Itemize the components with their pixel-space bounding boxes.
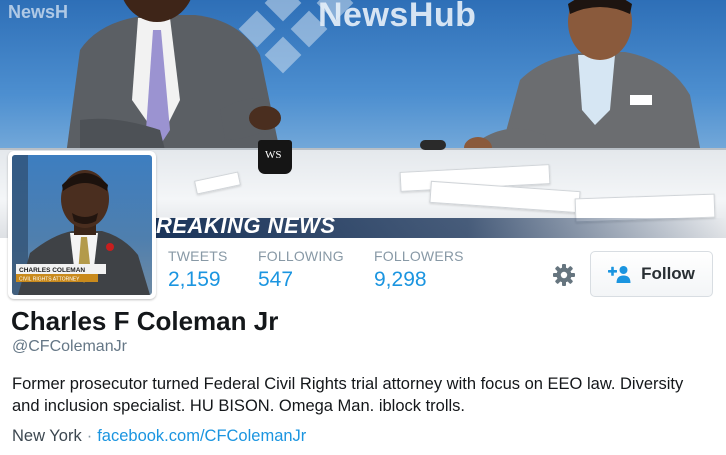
meta-separator: · bbox=[86, 427, 93, 445]
stat-value: 547 bbox=[258, 268, 294, 291]
stat-value: 9,298 bbox=[374, 268, 427, 291]
profile-bio: Former prosecutor turned Federal Civil R… bbox=[12, 375, 684, 415]
avatar-lower-third-name: CHARLES COLEMAN bbox=[19, 267, 85, 274]
stat-followers[interactable]: FOLLOWERS 9,298 bbox=[374, 248, 464, 292]
mug-logo: WS bbox=[265, 149, 282, 161]
avatar-photo: CHARLES COLEMAN CIVIL RIGHTS ATTORNEY bbox=[12, 155, 152, 295]
stat-following[interactable]: FOLLOWING 547 bbox=[258, 248, 344, 292]
stat-label: TWEETS bbox=[168, 248, 228, 264]
gear-icon bbox=[553, 264, 575, 286]
add-user-icon bbox=[608, 266, 631, 283]
profile-name[interactable]: Charles F Coleman Jr bbox=[11, 306, 278, 337]
profile-website-link[interactable]: facebook.com/CFColemanJr bbox=[97, 427, 306, 445]
avatar[interactable]: CHARLES COLEMAN CIVIL RIGHTS ATTORNEY bbox=[8, 151, 156, 299]
follow-button[interactable]: Follow bbox=[590, 251, 713, 297]
desk-microphone bbox=[420, 140, 446, 150]
avatar-lower-third-title: CIVIL RIGHTS ATTORNEY bbox=[19, 277, 80, 283]
breaking-news-text: REAKING NEWS bbox=[156, 213, 336, 238]
stat-label: FOLLOWERS bbox=[374, 248, 464, 264]
desk-mug: WS bbox=[258, 140, 292, 174]
profile-meta: New York · facebook.com/CFColemanJr bbox=[12, 427, 306, 446]
stat-value: 2,159 bbox=[168, 268, 221, 291]
stat-label: FOLLOWING bbox=[258, 248, 344, 264]
stat-tweets[interactable]: TWEETS 2,159 bbox=[168, 248, 228, 292]
follow-button-label: Follow bbox=[641, 264, 695, 283]
profile-handle[interactable]: @CFColemanJr bbox=[12, 338, 127, 356]
settings-button[interactable] bbox=[549, 260, 579, 290]
profile-location: New York bbox=[12, 427, 82, 445]
